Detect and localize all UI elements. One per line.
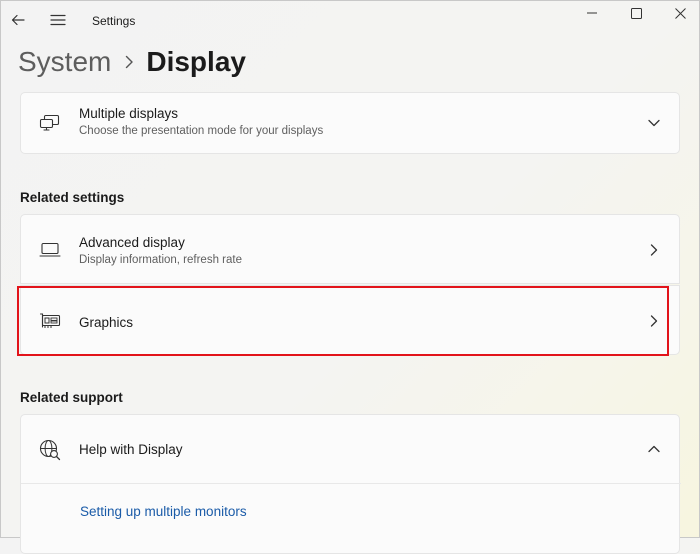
title-bar: Settings	[0, 0, 700, 42]
back-button[interactable]	[8, 10, 28, 30]
graphics-title: Graphics	[79, 315, 134, 330]
navigation-menu-button[interactable]	[48, 10, 68, 30]
close-button[interactable]	[666, 2, 694, 24]
help-with-display-title: Help with Display	[79, 442, 183, 457]
multiple-displays-title: Multiple displays	[79, 106, 179, 121]
chevron-right-icon	[647, 243, 661, 257]
minimize-button[interactable]	[578, 2, 606, 24]
help-card-divider	[21, 483, 681, 484]
multiple-displays-subtitle: Choose the presentation mode for your di…	[79, 125, 324, 137]
close-icon	[674, 7, 686, 19]
chevron-down-icon[interactable]	[647, 116, 661, 130]
monitor-icon	[39, 239, 61, 261]
back-arrow-icon	[11, 14, 25, 26]
related-support-heading: Related support	[20, 390, 123, 405]
breadcrumb: System Display	[18, 42, 246, 82]
chevron-right-icon	[125, 55, 134, 69]
window-title: Settings	[92, 14, 136, 28]
multiple-displays-card[interactable]: Multiple displays Choose the presentatio…	[20, 92, 680, 154]
chevron-up-icon[interactable]	[647, 442, 661, 456]
advanced-display-title: Advanced display	[79, 235, 185, 250]
hamburger-menu-icon	[50, 14, 66, 26]
globe-search-icon	[39, 439, 61, 461]
help-link-multiple-monitors[interactable]: Setting up multiple monitors	[80, 504, 247, 519]
advanced-display-card[interactable]: Advanced display Display information, re…	[20, 214, 680, 284]
minimize-icon	[587, 12, 597, 14]
maximize-icon	[630, 7, 642, 19]
related-settings-heading: Related settings	[20, 190, 125, 205]
maximize-button[interactable]	[622, 2, 650, 24]
graphics-card[interactable]: Graphics	[20, 285, 680, 355]
advanced-display-subtitle: Display information, refresh rate	[79, 254, 242, 266]
multiple-displays-icon	[39, 112, 61, 134]
graphics-card-icon	[39, 310, 61, 332]
help-with-display-card: Help with Display	[20, 414, 681, 554]
chevron-right-icon	[647, 314, 661, 328]
page-title: Display	[146, 46, 246, 77]
breadcrumb-parent-system[interactable]: System	[18, 46, 111, 78]
